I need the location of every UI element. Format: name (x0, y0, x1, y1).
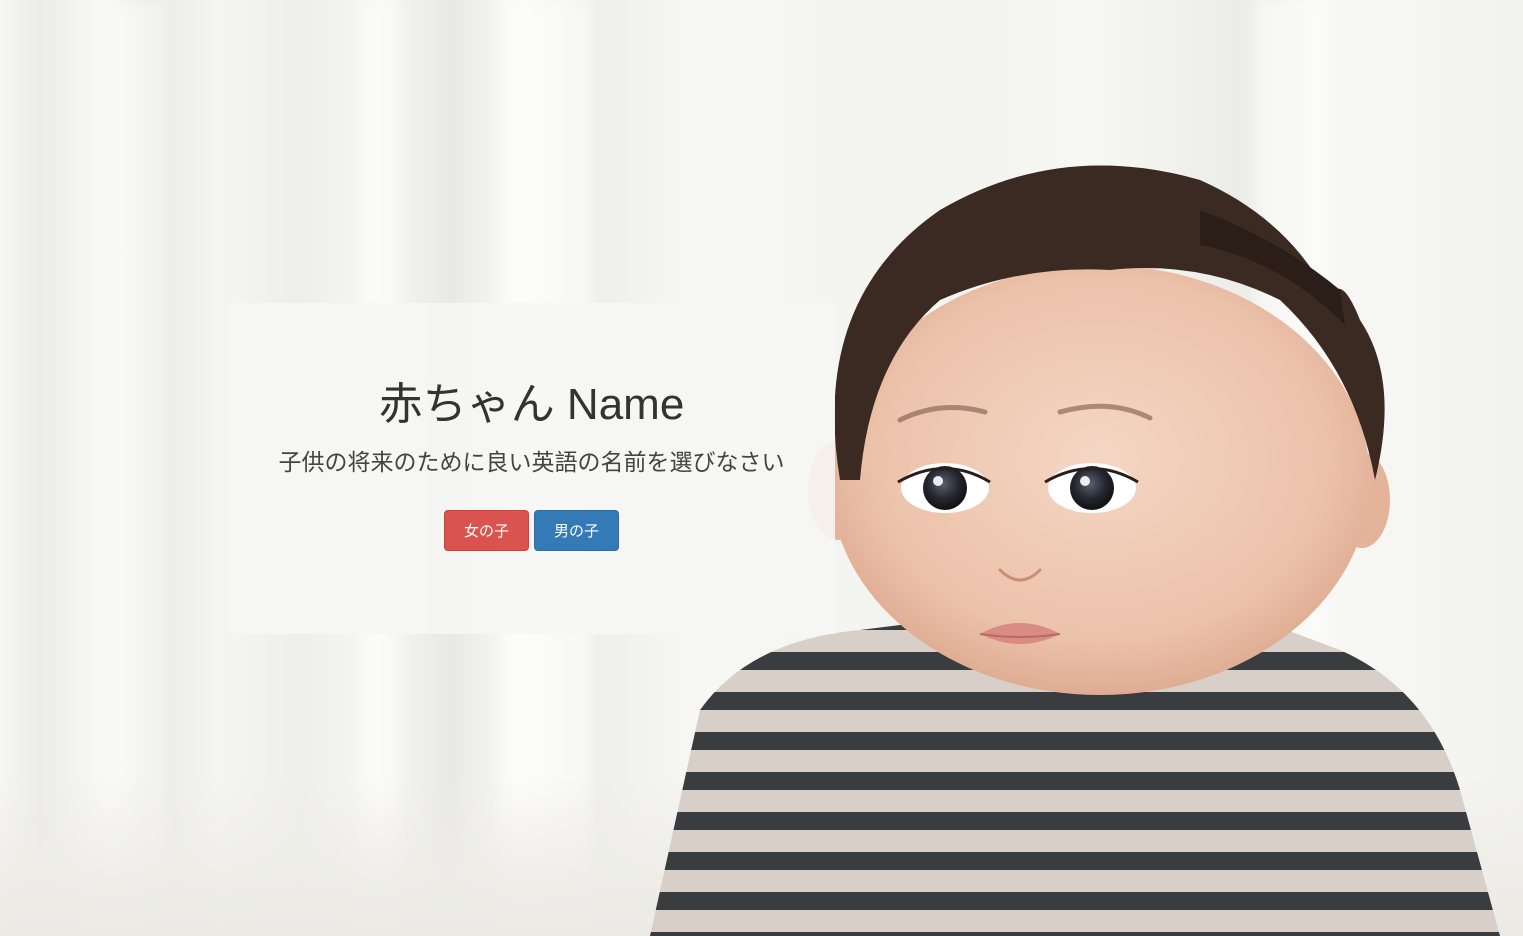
page-title: 赤ちゃん Name (378, 380, 685, 429)
page-subtitle: 子供の将来のために良い英語の名前を選びなさい (278, 450, 785, 476)
hero-background: 赤ちゃん Name 子供の将来のために良い英語の名前を選びなさい 女の子 男の子 (0, 0, 1523, 936)
girl-button[interactable]: 女の子 (444, 510, 529, 551)
hero-panel: 赤ちゃん Name 子供の将来のために良い英語の名前を選びなさい 女の子 男の子 (228, 303, 835, 634)
boy-button[interactable]: 男の子 (534, 510, 619, 551)
button-group: 女の子 男の子 (228, 510, 835, 551)
